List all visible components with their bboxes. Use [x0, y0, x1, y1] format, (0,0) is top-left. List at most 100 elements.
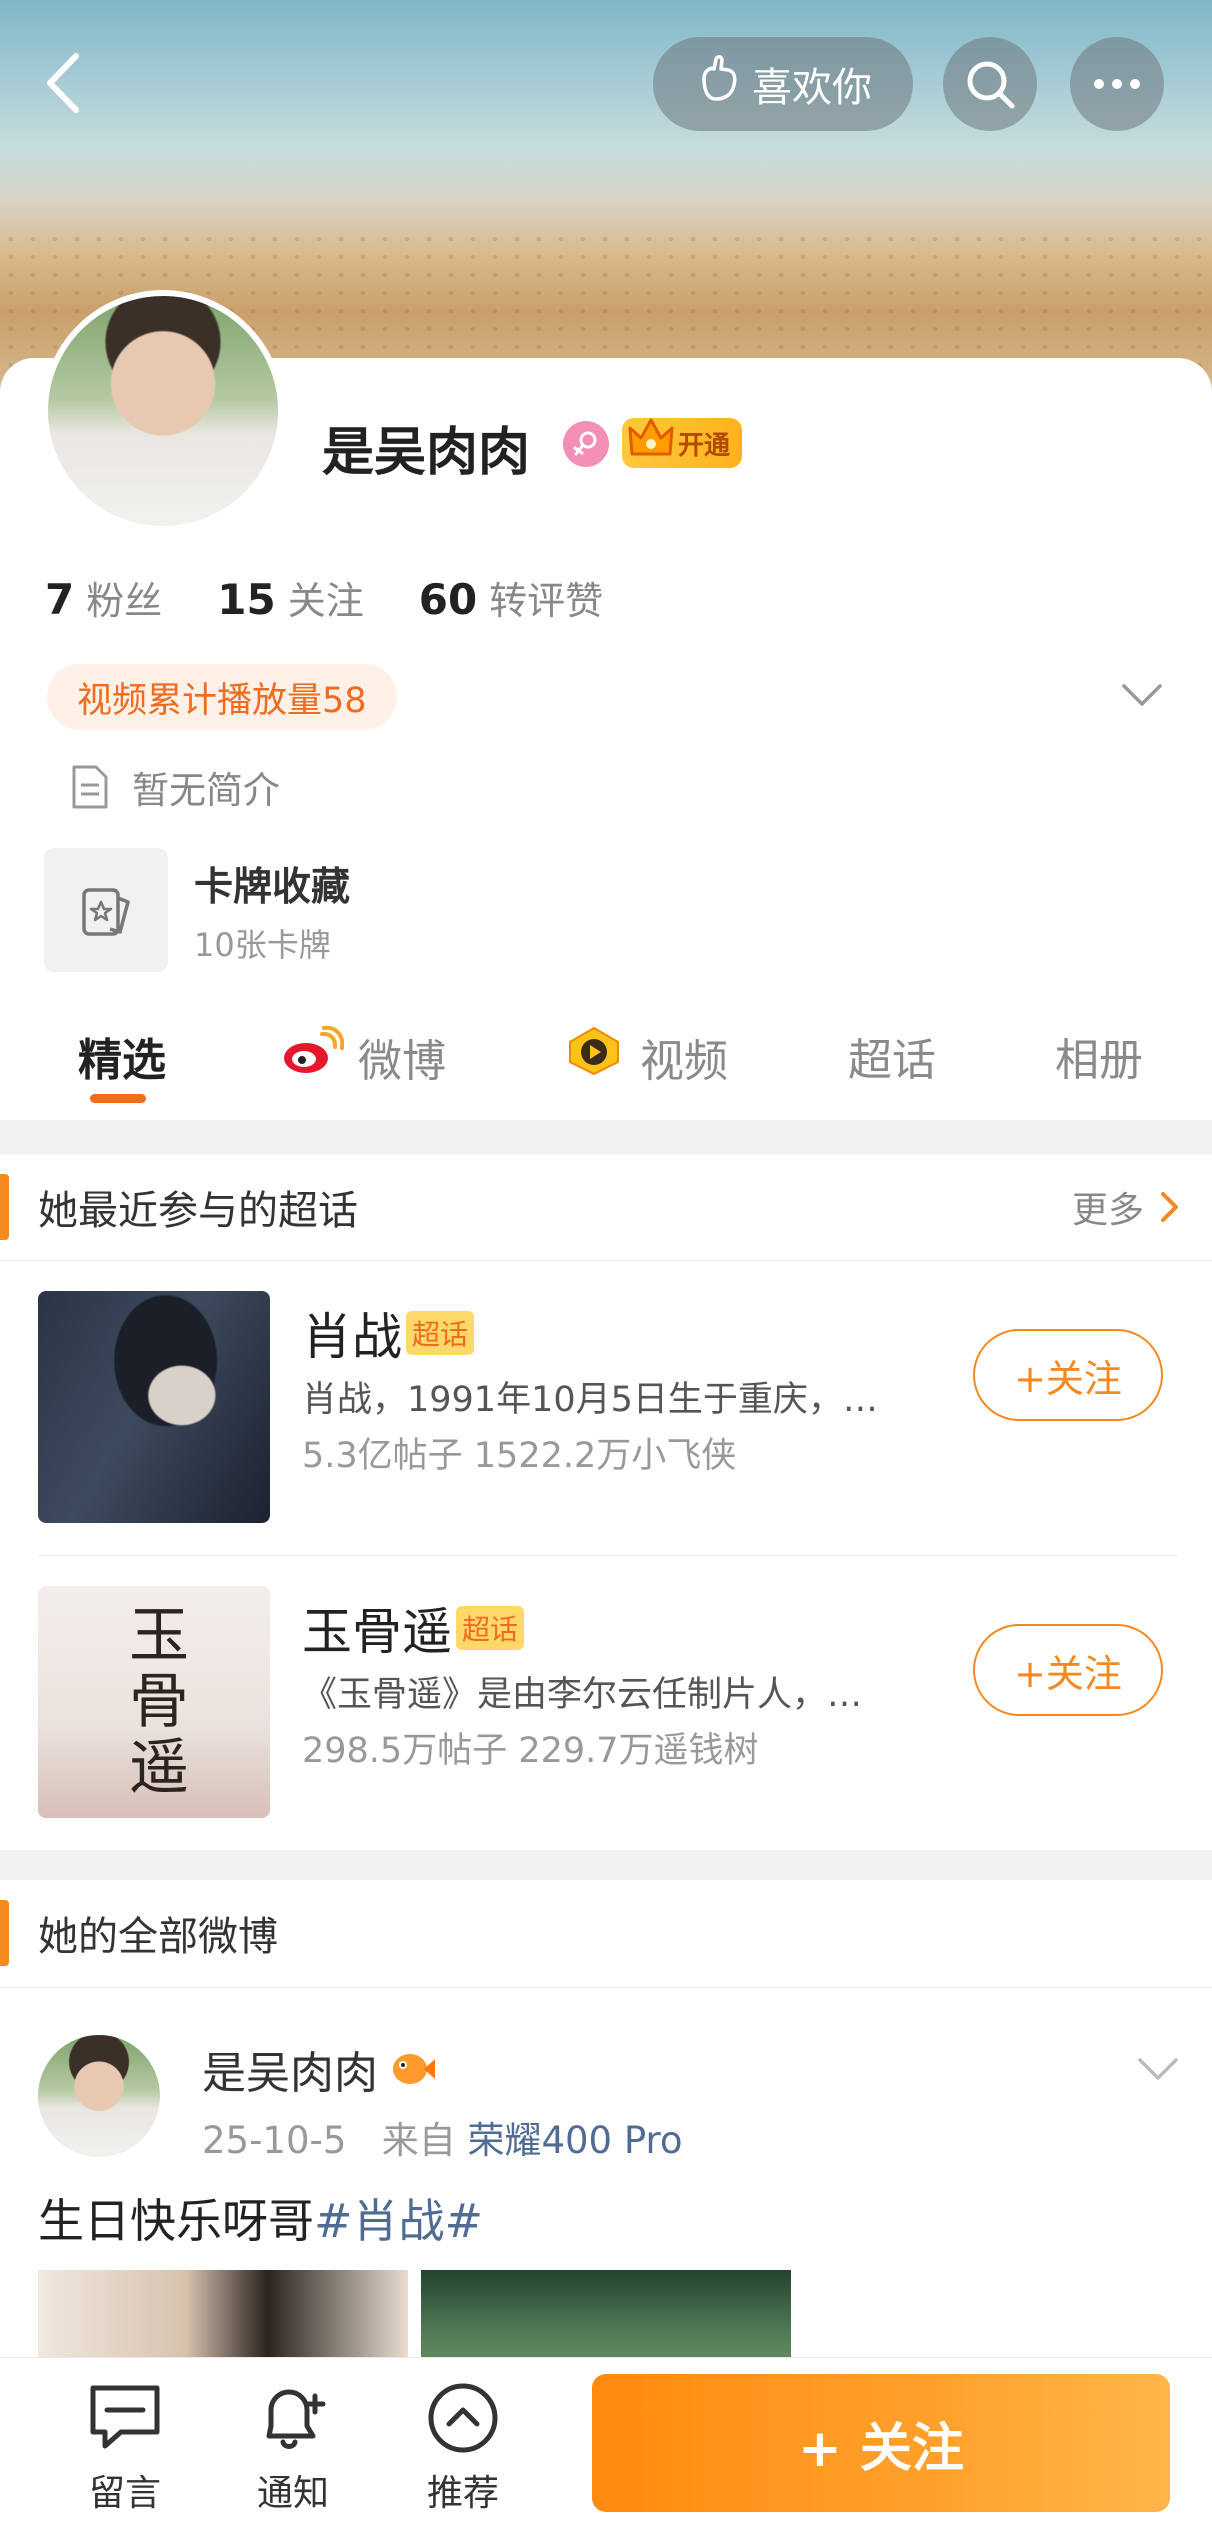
recommend-label: 推荐: [426, 2473, 499, 2514]
search-icon: [967, 61, 1015, 109]
section-marker: [0, 1900, 9, 1966]
profile-intro-text: 暂无简介: [132, 769, 280, 812]
post-author-name: 是吴肉肉: [202, 2048, 378, 2099]
super-topic-tag: 超话: [406, 1311, 475, 1355]
expand-profile-button[interactable]: [1118, 676, 1166, 716]
tab-super-topic[interactable]: 超话: [848, 1024, 936, 1088]
female-icon: [563, 421, 609, 467]
topic-description: 肖战，1991年10月5日生于重庆，…: [302, 1380, 878, 1420]
post-hashtag[interactable]: #肖战#: [314, 2194, 483, 2248]
notify-button[interactable]: 通知: [228, 2378, 358, 2516]
back-button[interactable]: [34, 48, 94, 118]
post-device[interactable]: 荣耀400 Pro: [467, 2119, 682, 2162]
card-collection-icon-box[interactable]: [44, 848, 168, 972]
recommend-button[interactable]: 推荐: [398, 2378, 528, 2516]
bell-plus-icon: [266, 2389, 326, 2449]
topic-follow-button[interactable]: +关注: [973, 1624, 1163, 1716]
stat-interactions-count: 60: [418, 575, 478, 624]
topic-description: 《玉骨遥》是由李尔云任制片人，…: [302, 1675, 863, 1715]
topic-name: 肖战 超话: [302, 1297, 475, 1369]
tab-video-label: 视频: [640, 1035, 728, 1087]
post-date: 25-10-5: [202, 2119, 347, 2162]
chevron-left-icon: [47, 53, 79, 113]
super-topics-header: 她最近参与的超话 更多: [0, 1154, 1212, 1260]
super-topic-row[interactable]: 肖战 超话 肖战，1991年10月5日生于重庆，… 5.3亿帖子 1522.2万…: [0, 1261, 1212, 1551]
tab-weibo[interactable]: 微博: [280, 1024, 446, 1089]
stat-fans-count: 7: [45, 575, 75, 624]
topic-follow-button[interactable]: +关注: [973, 1329, 1163, 1421]
section-gap: [0, 1120, 1212, 1154]
bottom-action-bar: 留言 通知 推荐 + 关注: [0, 2357, 1212, 2527]
profile-username: 是吴肉肉: [322, 423, 531, 483]
topic-name-text: 肖战: [302, 1308, 402, 1366]
card-collection-title[interactable]: 卡牌收藏: [194, 856, 350, 912]
topic-cover-image: [38, 1291, 270, 1523]
tab-video[interactable]: 视频: [562, 1024, 728, 1089]
stat-following-count: 15: [217, 575, 276, 624]
video-play-count-tag[interactable]: 视频累计播放量58: [47, 664, 397, 730]
post-author-avatar[interactable]: [38, 2035, 160, 2157]
fish-badge-icon: [393, 2054, 435, 2084]
video-logo-icon: [562, 1024, 626, 1089]
topic-name-text: 玉骨遥: [302, 1603, 452, 1661]
divider: [0, 1987, 1212, 1988]
search-button[interactable]: [943, 37, 1037, 131]
all-posts-header: 她的全部微博: [0, 1880, 1212, 1986]
post-text: 生日快乐呀哥#肖战#: [38, 2185, 483, 2251]
tab-featured-label: 精选: [78, 1035, 166, 1086]
message-button[interactable]: 留言: [60, 2378, 190, 2516]
follow-user-button[interactable]: + 关注: [592, 2374, 1170, 2512]
post-from: 来自: [381, 2119, 456, 2162]
stat-interactions-label: 转评赞: [489, 579, 604, 623]
profile-tabs: 精选 微博 视频 超话 相册: [0, 1010, 1212, 1120]
chevron-down-icon: [1122, 684, 1162, 706]
section-gap: [0, 1850, 1212, 1880]
super-topics-title: 她最近参与的超话: [38, 1188, 358, 1234]
stat-following[interactable]: 15 关注: [217, 570, 363, 625]
weibo-logo-icon: [280, 1024, 345, 1089]
crown-icon: [628, 418, 674, 456]
chevron-up-circle-icon: [428, 2383, 498, 2453]
all-posts-title: 她的全部微博: [38, 1914, 278, 1960]
post-meta: 25-10-5 来自 荣耀400 Pro: [202, 2110, 683, 2164]
post-text-body: 生日快乐呀哥: [38, 2194, 314, 2248]
more-button[interactable]: [1070, 37, 1164, 131]
post-author[interactable]: 是吴肉肉: [202, 2037, 436, 2101]
active-tab-indicator: [90, 1094, 146, 1103]
post-menu-button[interactable]: [1134, 2050, 1182, 2090]
vip-open-badge[interactable]: 开通: [622, 418, 743, 468]
tab-album-label: 相册: [1055, 1035, 1143, 1086]
vip-open-label: 开通: [678, 430, 731, 461]
tab-album[interactable]: 相册: [1055, 1024, 1143, 1088]
like-you-button[interactable]: 喜欢你: [653, 37, 913, 131]
more-label: 更多: [1071, 1190, 1144, 1231]
profile-avatar[interactable]: [42, 290, 284, 532]
profile-stats: 7 粉丝 15 关注 60 转评赞: [45, 570, 603, 625]
topic-stats: 5.3亿帖子 1522.2万小飞侠: [302, 1436, 737, 1476]
comment-icon: [90, 2385, 160, 2449]
document-icon: [72, 765, 108, 809]
heart-hand-icon: [694, 53, 742, 115]
stat-interactions[interactable]: 60 转评赞: [419, 570, 603, 625]
tab-featured[interactable]: 精选: [78, 1024, 166, 1088]
notify-label: 通知: [256, 2473, 329, 2514]
topic-name: 玉骨遥 超话: [302, 1592, 525, 1664]
stat-fans-label: 粉丝: [86, 579, 163, 623]
topic-stats: 298.5万帖子 229.7万遥钱树: [302, 1731, 759, 1771]
chevron-down-icon: [1138, 2058, 1178, 2080]
super-topic-tag: 超话: [456, 1606, 525, 1650]
profile-intro: 暂无简介: [70, 760, 280, 814]
like-you-label: 喜欢你: [752, 65, 872, 111]
topic-cover-calligraphy: 玉骨遥: [118, 1603, 189, 1801]
section-marker: [0, 1174, 9, 1240]
card-collection-count: 10张卡牌: [194, 926, 331, 964]
stat-fans[interactable]: 7 粉丝: [45, 570, 162, 625]
topic-cover-image: 玉骨遥: [38, 1586, 270, 1818]
more-dots-icon: [1094, 79, 1140, 89]
message-label: 留言: [88, 2473, 161, 2514]
tab-weibo-label: 微博: [358, 1035, 446, 1087]
stat-following-label: 关注: [287, 579, 364, 623]
tab-super-topic-label: 超话: [848, 1035, 936, 1086]
super-topic-row[interactable]: 玉骨遥 玉骨遥 超话 《玉骨遥》是由李尔云任制片人，… 298.5万帖子 229…: [0, 1556, 1212, 1846]
super-topics-more-link[interactable]: 更多: [1072, 1181, 1182, 1233]
